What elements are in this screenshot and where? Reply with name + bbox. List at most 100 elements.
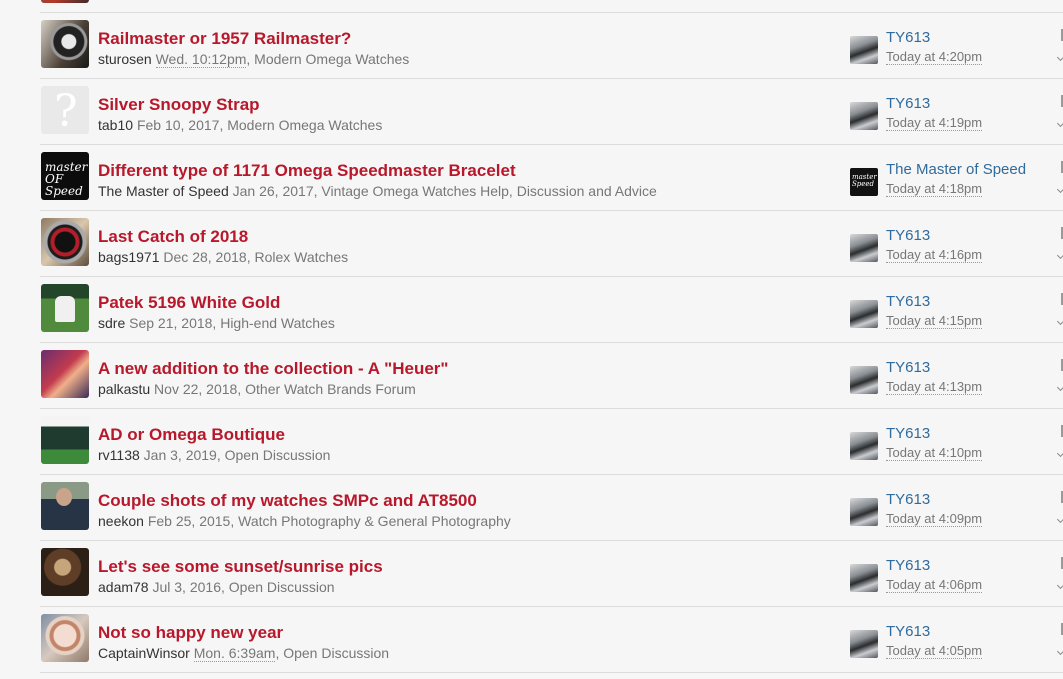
chevron-down-icon[interactable] (1056, 383, 1063, 392)
avatar[interactable]: master OF Speed (41, 152, 89, 200)
last-post-date[interactable]: Today at 4:05pm (886, 643, 983, 659)
thread-title-link[interactable]: Let's see some sunset/sunrise pics (98, 557, 383, 577)
last-poster-link[interactable]: TY613 (886, 29, 930, 46)
thread-start-date: Sep 21, 2018 (129, 315, 213, 331)
last-poster-link[interactable]: The Master of Speed (886, 161, 1026, 178)
thread-start-date[interactable]: Wed. 10:12pm (155, 51, 247, 68)
last-poster-avatar[interactable] (850, 300, 878, 328)
last-post-date[interactable]: Today at 4:13pm (886, 379, 983, 395)
avatar[interactable] (41, 284, 89, 332)
thread-start-date: Feb 10, 2017 (136, 117, 220, 133)
chevron-down-icon[interactable] (1056, 581, 1063, 590)
thread-title-link[interactable]: Couple shots of my watches SMPc and AT85… (98, 491, 477, 511)
author-link[interactable]: tab10 (98, 117, 133, 133)
last-poster-link[interactable]: TY613 (886, 623, 930, 640)
last-poster-link[interactable]: TY613 (886, 95, 930, 112)
last-poster-link[interactable]: TY613 (886, 491, 930, 508)
last-poster-avatar[interactable] (850, 432, 878, 460)
last-post-info: TY613 Today at 4:05pm (850, 623, 1050, 663)
last-poster-avatar[interactable] (850, 366, 878, 394)
last-post-info: master Speed The Master of Speed Today at… (850, 161, 1050, 201)
last-post-date[interactable]: Today at 4:20pm (886, 49, 983, 65)
author-link[interactable]: sturosen (98, 51, 152, 67)
thread-title-link[interactable]: A new addition to the collection - A "He… (98, 359, 448, 379)
last-poster-avatar[interactable]: master Speed (850, 168, 878, 196)
chevron-down-icon[interactable] (1056, 647, 1063, 656)
forum-link[interactable]: Watch Photography & General Photography (238, 513, 511, 529)
author-link[interactable]: neekon (98, 513, 144, 529)
last-post-date[interactable]: Today at 4:09pm (886, 511, 983, 527)
thread-title-link[interactable]: Patek 5196 White Gold (98, 293, 280, 313)
forum-link[interactable]: High-end Watches (220, 315, 335, 331)
last-post-info: TY613 Today at 4:13pm (850, 359, 1050, 399)
thread-title-link[interactable]: Silver Snoopy Strap (98, 95, 260, 115)
avatar[interactable] (41, 548, 89, 596)
avatar[interactable] (41, 20, 89, 68)
last-post-info: TY613 Today at 4:10pm (850, 425, 1050, 465)
forum-link[interactable]: Modern Omega Watches (254, 51, 409, 67)
thread-row: ? Silver Snoopy Strap tab10 Feb 10, 2017… (40, 79, 1063, 145)
author-link[interactable]: sdre (98, 315, 125, 331)
last-poster-avatar[interactable] (850, 564, 878, 592)
forum-link[interactable]: Open Discussion (225, 447, 331, 463)
forum-link[interactable]: Rolex Watches (254, 249, 348, 265)
last-poster-avatar[interactable] (850, 102, 878, 130)
author-link[interactable]: bags1971 (98, 249, 160, 265)
forum-link[interactable]: Open Discussion (283, 645, 389, 661)
last-poster-link[interactable]: TY613 (886, 227, 930, 244)
thread-meta: tab10 Feb 10, 2017, Modern Omega Watches (98, 117, 383, 133)
last-post-info: TY613 Today at 4:16pm (850, 227, 1050, 267)
avatar[interactable] (41, 218, 89, 266)
avatar[interactable] (41, 416, 89, 464)
last-poster-link[interactable]: TY613 (886, 293, 930, 310)
thread-meta: bags1971 Dec 28, 2018, Rolex Watches (98, 249, 349, 265)
last-post-date[interactable]: Today at 4:19pm (886, 115, 983, 131)
forum-link[interactable]: Modern Omega Watches (227, 117, 382, 133)
last-poster-avatar[interactable] (850, 498, 878, 526)
author-link[interactable]: palkastu (98, 381, 150, 397)
author-link[interactable]: CaptainWinsor (98, 645, 190, 661)
thread-title-link[interactable]: AD or Omega Boutique (98, 425, 285, 445)
last-poster-avatar[interactable] (850, 36, 878, 64)
last-post-date[interactable]: Today at 4:10pm (886, 445, 983, 461)
avatar[interactable] (41, 482, 89, 530)
thread-title-link[interactable]: Railmaster or 1957 Railmaster? (98, 29, 351, 49)
question-mark-icon: ? (54, 86, 78, 134)
thread-start-date: Feb 25, 2015 (147, 513, 231, 529)
chevron-down-icon[interactable] (1056, 317, 1063, 326)
thread-title-link[interactable]: Not so happy new year (98, 623, 283, 643)
chevron-down-icon[interactable] (1056, 119, 1063, 128)
thread-meta: neekon Feb 25, 2015, Watch Photography &… (98, 513, 511, 529)
previous-thread-row (40, 0, 1063, 13)
last-poster-link[interactable]: TY613 (886, 557, 930, 574)
chevron-down-icon[interactable] (1056, 185, 1063, 194)
chevron-down-icon[interactable] (1056, 53, 1063, 62)
forum-link[interactable]: Open Discussion (229, 579, 335, 595)
avatar[interactable]: ? (41, 86, 89, 134)
chevron-down-icon[interactable] (1056, 251, 1063, 260)
author-link[interactable]: rv1138 (98, 447, 140, 463)
last-poster-avatar[interactable] (850, 234, 878, 262)
thread-start-date: Jan 26, 2017 (232, 183, 314, 199)
thread-meta: adam78 Jul 3, 2016, Open Discussion (98, 579, 335, 595)
avatar[interactable] (41, 614, 89, 662)
thread-start-date[interactable]: Mon. 6:39am (193, 645, 276, 662)
chevron-down-icon[interactable] (1056, 515, 1063, 524)
last-post-date[interactable]: Today at 4:15pm (886, 313, 983, 329)
thread-meta: rv1138 Jan 3, 2019, Open Discussion (98, 447, 331, 463)
last-post-date[interactable]: Today at 4:16pm (886, 247, 983, 263)
last-poster-link[interactable]: TY613 (886, 359, 930, 376)
thread-title-link[interactable]: Different type of 1171 Omega Speedmaster… (98, 161, 516, 181)
author-link[interactable]: The Master of Speed (98, 183, 229, 199)
forum-link[interactable]: Vintage Omega Watches Help, Discussion a… (321, 183, 656, 199)
author-link[interactable]: adam78 (98, 579, 149, 595)
chevron-down-icon[interactable] (1056, 449, 1063, 458)
last-poster-avatar[interactable] (850, 630, 878, 658)
last-poster-link[interactable]: TY613 (886, 425, 930, 442)
avatar[interactable] (41, 350, 89, 398)
thread-title-link[interactable]: Last Catch of 2018 (98, 227, 248, 247)
forum-link[interactable]: Other Watch Brands Forum (245, 381, 416, 397)
avatar[interactable] (41, 0, 89, 3)
last-post-date[interactable]: Today at 4:18pm (886, 181, 983, 197)
last-post-date[interactable]: Today at 4:06pm (886, 577, 983, 593)
